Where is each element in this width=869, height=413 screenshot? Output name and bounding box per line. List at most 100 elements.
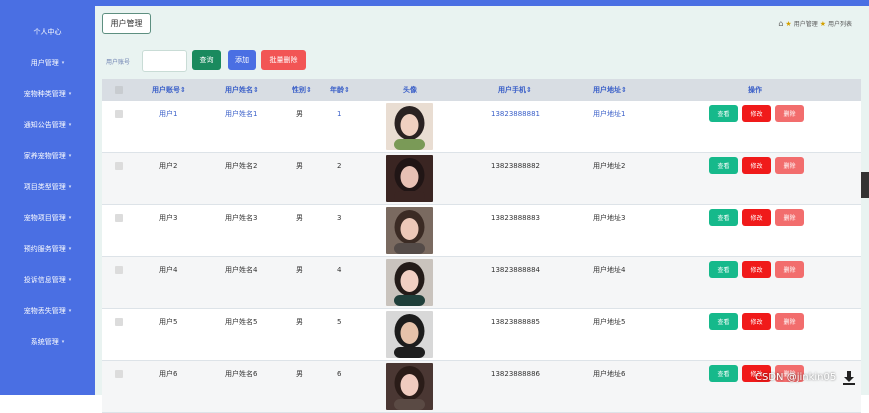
cell-name: 用户姓名4 xyxy=(225,266,258,274)
cell-account: 用户1 xyxy=(159,110,178,118)
sidebar-item-appointments[interactable]: 预约服务管理 ▾ xyxy=(0,239,95,259)
cell-address: 用户地址4 xyxy=(593,266,626,274)
cell-address: 用户地址2 xyxy=(593,162,626,170)
chevron-down-icon: ▾ xyxy=(68,91,72,97)
row-checkbox[interactable] xyxy=(115,266,123,274)
watermark: CSDN @jinkin05 xyxy=(755,372,837,383)
avatar xyxy=(386,311,433,358)
row-checkbox[interactable] xyxy=(115,110,123,118)
view-button[interactable]: 查看 xyxy=(709,209,738,226)
sidebar-item-system[interactable]: 系统管理 ▾ xyxy=(0,332,95,352)
cell-account: 用户5 xyxy=(159,318,178,326)
sort-icon[interactable]: ⇕ xyxy=(621,86,627,94)
main-content: 用户管理 ⌂ ★ 用户管理 ★ 用户列表 用户账号 查询 添加 批量删除 用户账… xyxy=(95,6,869,413)
chevron-down-icon: ▾ xyxy=(68,246,72,252)
star-icon: ★ xyxy=(819,19,826,28)
table-header: 用户账号⇕ 用户姓名⇕ 性别⇕ 年龄⇕ 头像 用户手机⇕ 用户地址⇕ 操作 xyxy=(102,79,861,101)
cell-age: 4 xyxy=(337,266,342,274)
sidebar-item-label: 个人中心 xyxy=(33,28,62,36)
column-header-account[interactable]: 用户账号⇕ xyxy=(152,79,186,101)
row-checkbox[interactable] xyxy=(115,318,123,326)
avatar xyxy=(386,363,433,410)
sidebar-item-notices[interactable]: 通知公告管理 ▾ xyxy=(0,115,95,135)
cell-phone: 13823888883 xyxy=(491,214,540,222)
avatar xyxy=(386,207,433,254)
edit-button[interactable]: 修改 xyxy=(742,105,771,122)
row-checkbox[interactable] xyxy=(115,370,123,378)
cell-phone: 13823888885 xyxy=(491,318,540,326)
avatar xyxy=(386,259,433,306)
cell-phone: 13823888882 xyxy=(491,162,540,170)
row-checkbox[interactable] xyxy=(115,162,123,170)
breadcrumb: ⌂ ★ 用户管理 ★ 用户列表 xyxy=(778,19,852,28)
cell-account: 用户4 xyxy=(159,266,178,274)
cell-gender: 男 xyxy=(296,214,303,222)
sidebar-item-project-types[interactable]: 项目类型管理 ▾ xyxy=(0,177,95,197)
row-checkbox[interactable] xyxy=(115,214,123,222)
edit-button[interactable]: 修改 xyxy=(742,313,771,330)
tab-user-management[interactable]: 用户管理 xyxy=(102,13,151,34)
sidebar-item-home-pets[interactable]: 家养宠物管理 ▾ xyxy=(0,146,95,166)
sort-icon[interactable]: ⇕ xyxy=(344,86,350,94)
sidebar-item-users[interactable]: 用户管理 ▾ xyxy=(0,53,95,73)
search-input[interactable] xyxy=(142,50,187,72)
breadcrumb-item[interactable]: 用户管理 xyxy=(794,19,818,28)
sidebar-item-pet-species[interactable]: 宠物种类管理 ▾ xyxy=(0,84,95,104)
cell-age: 3 xyxy=(337,214,342,222)
delete-button[interactable]: 删除 xyxy=(775,157,804,174)
sidebar-item-label: 宠物项目管理 xyxy=(23,214,66,222)
sort-icon[interactable]: ⇕ xyxy=(180,86,186,94)
sort-icon[interactable]: ⇕ xyxy=(526,86,532,94)
edit-button[interactable]: 修改 xyxy=(742,157,771,174)
sort-icon[interactable]: ⇕ xyxy=(306,86,312,94)
column-header-actions: 操作 xyxy=(748,86,762,94)
delete-button[interactable]: 删除 xyxy=(775,261,804,278)
edit-button[interactable]: 修改 xyxy=(742,261,771,278)
cell-gender: 男 xyxy=(296,266,303,274)
cell-age: 6 xyxy=(337,370,342,378)
sidebar-item-profile[interactable]: 个人中心 xyxy=(0,22,95,42)
view-button[interactable]: 查看 xyxy=(709,105,738,122)
sidebar-item-label: 家养宠物管理 xyxy=(23,152,66,160)
view-button[interactable]: 查看 xyxy=(709,365,738,382)
batch-delete-button[interactable]: 批量删除 xyxy=(261,50,306,70)
sidebar-item-complaints[interactable]: 投诉信息管理 ▾ xyxy=(0,270,95,290)
column-header-phone[interactable]: 用户手机⇕ xyxy=(498,79,532,101)
scrollbar-handle[interactable] xyxy=(861,172,869,198)
cell-account: 用户3 xyxy=(159,214,178,222)
chevron-down-icon: ▾ xyxy=(68,277,72,283)
sidebar-item-label: 预约服务管理 xyxy=(23,245,66,253)
column-header-age[interactable]: 年龄⇕ xyxy=(330,79,350,101)
sidebar-item-lost-pets[interactable]: 宠物丢失管理 ▾ xyxy=(0,301,95,321)
chevron-down-icon: ▾ xyxy=(68,122,72,128)
view-button[interactable]: 查看 xyxy=(709,157,738,174)
avatar xyxy=(386,155,433,202)
delete-button[interactable]: 删除 xyxy=(775,209,804,226)
delete-button[interactable]: 删除 xyxy=(775,105,804,122)
select-all-checkbox[interactable] xyxy=(115,86,123,94)
cell-name: 用户姓名6 xyxy=(225,370,258,378)
add-button[interactable]: 添加 xyxy=(228,50,256,70)
table-row: 用户2 用户姓名2 男 2 13823888882 用户地址2 查看 修改 删除 xyxy=(102,153,861,205)
home-icon[interactable]: ⌂ xyxy=(778,19,783,28)
download-icon[interactable] xyxy=(842,370,856,386)
query-button[interactable]: 查询 xyxy=(192,50,221,70)
view-button[interactable]: 查看 xyxy=(709,313,738,330)
sidebar-item-label: 用户管理 xyxy=(30,59,59,67)
view-button[interactable]: 查看 xyxy=(709,261,738,278)
chevron-down-icon: ▾ xyxy=(68,308,72,314)
delete-button[interactable]: 删除 xyxy=(775,313,804,330)
edit-button[interactable]: 修改 xyxy=(742,209,771,226)
column-header-name[interactable]: 用户姓名⇕ xyxy=(225,79,259,101)
sidebar-item-label: 宠物种类管理 xyxy=(23,90,66,98)
cell-name: 用户姓名2 xyxy=(225,162,258,170)
cell-account: 用户6 xyxy=(159,370,178,378)
column-header-address[interactable]: 用户地址⇕ xyxy=(593,79,627,101)
sort-icon[interactable]: ⇕ xyxy=(253,86,259,94)
search-label: 用户账号 xyxy=(106,59,131,66)
column-header-gender[interactable]: 性别⇕ xyxy=(292,79,312,101)
cell-name: 用户姓名3 xyxy=(225,214,258,222)
cell-name: 用户姓名5 xyxy=(225,318,258,326)
chevron-down-icon: ▾ xyxy=(61,339,65,345)
sidebar-item-pet-projects[interactable]: 宠物项目管理 ▾ xyxy=(0,208,95,228)
